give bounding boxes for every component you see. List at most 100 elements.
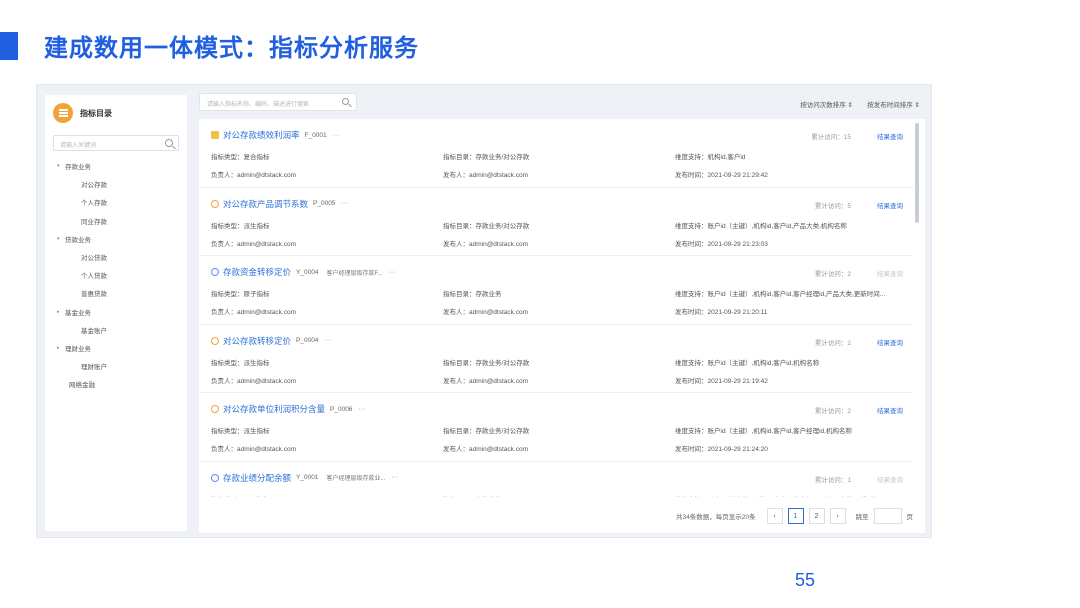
tree-item[interactable]: 网络金融 (45, 375, 187, 393)
metric-type: 指标类型：原子指标 (211, 291, 270, 298)
more-icon[interactable]: ··· (388, 269, 395, 276)
metric-code: F_0001 (304, 131, 327, 139)
tree-item[interactable]: 基金账户 (45, 321, 187, 339)
tree-item[interactable]: ▸ 基金业务 (45, 303, 187, 321)
page-number: 55 (795, 570, 816, 590)
derived-icon (211, 199, 219, 208)
metric-type: 指标类型：派生指标 (211, 359, 270, 367)
more-icon[interactable]: ··· (391, 474, 398, 481)
metric-card: 对公存款单位利润积分含量 P_0006 ··· 累计访问：2 结果查询 指标类型：派生指标… (199, 393, 913, 462)
search-icon[interactable] (342, 98, 349, 105)
scrollbar[interactable] (915, 123, 919, 223)
caret-down-icon[interactable]: ▾ (57, 236, 65, 242)
visit-count: 累计访问：2 (814, 408, 851, 415)
folder-icon (211, 131, 219, 139)
metric-catalog: 指标目录：存款业务 (443, 291, 502, 298)
metric-name-link[interactable]: 存款业绩分配余额 (223, 472, 291, 484)
visit-count: 累计访问：15 (811, 134, 851, 141)
metric-publish-time: 发布时间：2021-09-29 21:29:42 (675, 172, 768, 179)
more-icon[interactable]: ··· (324, 337, 331, 344)
tree-item[interactable]: 普惠贷款 (45, 284, 187, 302)
tree-item-label: 网络金融 (69, 382, 95, 390)
page-button-2[interactable]: 2 (808, 508, 825, 524)
metric-catalog: 指标目录：存款业务/对公存款 (443, 222, 530, 230)
tree-item[interactable]: 对公贷款 (45, 248, 187, 266)
result-query-link[interactable]: 结果查询 (877, 268, 903, 278)
more-icon[interactable]: ··· (358, 406, 365, 413)
caret-right-icon[interactable]: ▸ (57, 309, 65, 315)
visit-count: 累计访问：2 (814, 339, 851, 347)
metric-name-link[interactable]: 对公存款产品调节系数 (223, 198, 308, 210)
result-query-link[interactable]: 结果查询 (877, 474, 903, 484)
prev-page-button[interactable]: ‹ (766, 508, 783, 524)
metric-card: 存款业绩分配余额 Y_0001 客户经理层级存款业... ··· 累计访问：1 结果查询指… (199, 462, 913, 497)
tree-item[interactable]: 个人存款 (45, 193, 187, 211)
tree-item[interactable]: 对公存款 (45, 175, 187, 193)
metric-owner: 负责人：admin@dtstack.com (211, 309, 296, 316)
tree-item-label: 对公贷款 (81, 255, 107, 263)
title-accent-bar (0, 32, 18, 60)
sort-by-visits-button[interactable]: 按访问次数排序 ⇕ (800, 99, 853, 109)
metric-publisher: 发布人：admin@dtstack.com (443, 446, 528, 453)
metric-catalog: 指标目录：存款业务/对公存款 (443, 428, 530, 435)
tree-item[interactable]: ▾ 贷款业务 (45, 230, 187, 248)
next-page-button[interactable]: › (829, 508, 846, 524)
metric-search-input[interactable]: 请输入指标名称、编码、描述进行搜索 (199, 93, 357, 111)
search-icon[interactable] (165, 139, 173, 147)
slide: 建成数用一体模式：指标分析服务 指标目录 请输入关键词 ▾ 存款业务 对公存款 个人存… (0, 0, 1080, 608)
metric-dimensions: 维度支持：机构id,客户id (675, 154, 746, 161)
derived-icon (211, 336, 219, 345)
metric-dimensions: 维度支持：账户id（主键）,机构id,客户id,机构名称 (675, 359, 820, 367)
metric-name-link[interactable]: 对公存款单位利润积分含量 (223, 403, 325, 415)
metric-type: 指标类型：派生指标 (211, 428, 270, 435)
metric-card: 对公存款转移定价 P_0004 ··· 累计访问：2 结果查询 指标类型：派生指标 指标目录… (199, 325, 913, 393)
goto-page-input[interactable] (873, 508, 902, 524)
tree-item[interactable]: 理财账户 (45, 357, 187, 375)
metric-search-placeholder: 请输入指标名称、编码、描述进行搜索 (207, 102, 310, 108)
metric-publisher: 发布人：admin@dtstack.com (443, 240, 528, 248)
metric-name-link[interactable]: 存款资金转移定价 (223, 266, 291, 278)
visit-count: 累计访问：5 (814, 202, 851, 210)
tree-item[interactable]: 个人贷款 (45, 266, 187, 284)
tree-item[interactable]: ▾ 存款业务 (45, 157, 187, 175)
tree-item-label: 普惠贷款 (81, 291, 107, 299)
result-query-link[interactable]: 结果查询 (877, 131, 903, 141)
sidebar-search-placeholder: 请输入关键词 (60, 143, 97, 149)
result-query-link[interactable]: 结果查询 (877, 405, 903, 415)
tree-item-label: 基金账户 (81, 327, 107, 335)
sidebar-search-input[interactable]: 请输入关键词 (53, 135, 179, 151)
result-query-link[interactable]: 结果查询 (877, 337, 903, 347)
caret-right-icon[interactable]: ▸ (57, 345, 65, 351)
tree-item-label: 基金业务 (65, 309, 91, 317)
more-icon[interactable]: ··· (341, 200, 348, 207)
result-query-link[interactable]: 结果查询 (877, 200, 903, 210)
tree-item-label: 个人贷款 (81, 273, 107, 281)
metric-catalog: 指标目录：存款业务/对公存款 (443, 154, 530, 161)
metric-dimensions: 维度支持：账户id（主键）,机构id,客户id,客户经理id,机构名称 (675, 428, 852, 435)
metric-title: 对公存款转移定价 P_0004 ··· (211, 335, 331, 347)
tree-item-label: 个人存款 (81, 200, 107, 208)
sort-by-time-button[interactable]: 按发布时间排序 ⇕ (867, 99, 920, 109)
metric-publisher: 发布人：admin@dtstack.com (443, 172, 528, 179)
catalog-tree: ▾ 存款业务 对公存款 个人存款 同业存款 ▾ 贷款业务 对公贷款 个人贷款 普惠贷款 ▸ 基金业务基… (45, 157, 187, 393)
tree-item-label: 理财账户 (81, 364, 107, 372)
metric-name-link[interactable]: 对公存款转移定价 (223, 335, 291, 347)
metric-type: 指标类型：派生指标 (211, 222, 270, 230)
tree-item-label: 理财业务 (65, 345, 91, 353)
metric-name-link[interactable]: 对公存款绩效利润率 (223, 129, 300, 141)
tree-item[interactable]: 同业存款 (45, 212, 187, 230)
tree-item[interactable]: ▸ 理财业务 (45, 339, 187, 357)
metric-title: 存款业绩分配余额 Y_0001 客户经理层级存款业... ··· (211, 472, 398, 484)
toolbar: 请输入指标名称、编码、描述进行搜索 按访问次数排序 ⇕ 按发布时间排序 ⇕ (199, 93, 925, 115)
page-button-1[interactable]: 1 (787, 508, 804, 524)
metric-publish-time: 发布时间：2021-09-29 21:20:11 (675, 309, 768, 316)
tree-item-label: 对公存款 (81, 182, 107, 190)
metric-title: 对公存款产品调节系数 P_0005 ··· (211, 198, 348, 210)
caret-down-icon[interactable]: ▾ (57, 163, 65, 169)
goto-label: 跳至 (855, 514, 869, 521)
more-icon[interactable]: ··· (333, 132, 340, 139)
menu-icon (53, 103, 73, 123)
metric-code: Y_0004 (296, 268, 319, 276)
metric-code: P_0004 (296, 337, 319, 344)
tree-item-label: 贷款业务 (65, 236, 91, 244)
